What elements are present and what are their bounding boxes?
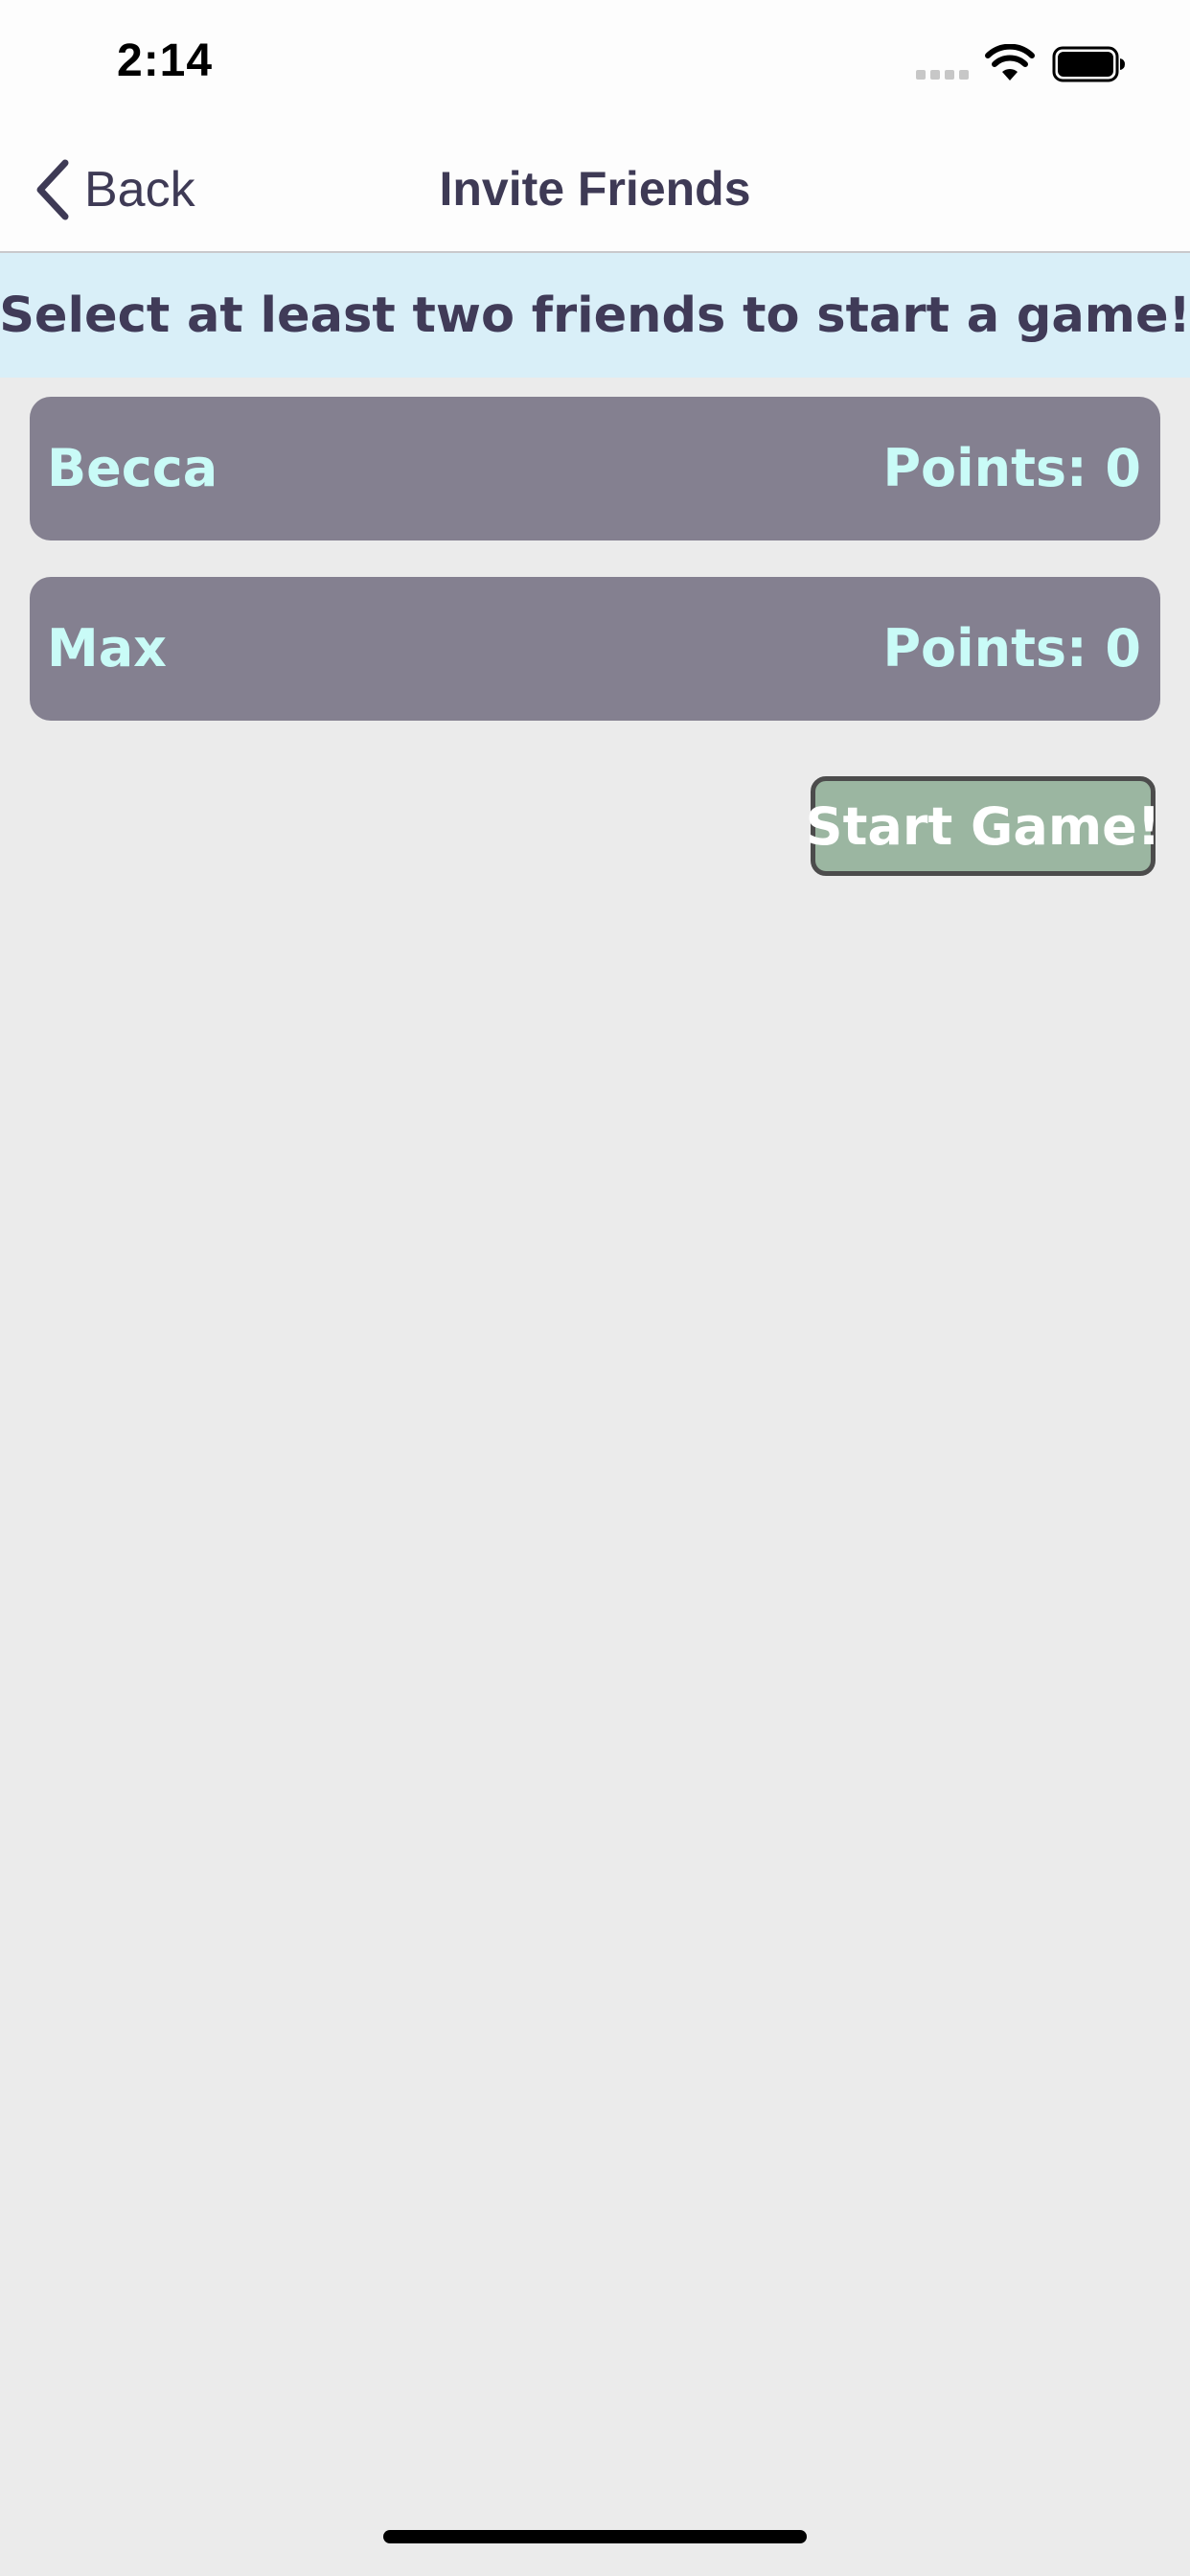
start-game-button[interactable]: Start Game! [806,776,1160,876]
friend-row-max[interactable]: Max Points: 0 [30,577,1160,721]
battery-icon [1052,46,1125,82]
wifi-icon [985,44,1035,80]
friend-name: Max [47,618,168,678]
navigation-bar: Back Invite Friends [0,126,1190,253]
friend-row-becca[interactable]: Becca Points: 0 [30,397,1160,540]
start-game-label: Start Game! [805,795,1161,857]
cellular-signal-icon [916,70,969,80]
instruction-banner: Select at least two friends to start a g… [0,253,1190,378]
friend-points: Points: 0 [882,438,1141,498]
home-indicator[interactable] [383,2530,807,2543]
friend-points: Points: 0 [882,618,1141,678]
page-title: Invite Friends [439,162,751,216]
friend-name: Becca [47,438,218,498]
status-bar: 2:14 [0,0,1190,126]
status-time: 2:14 [117,35,214,86]
instruction-text: Select at least two friends to start a g… [0,287,1190,344]
